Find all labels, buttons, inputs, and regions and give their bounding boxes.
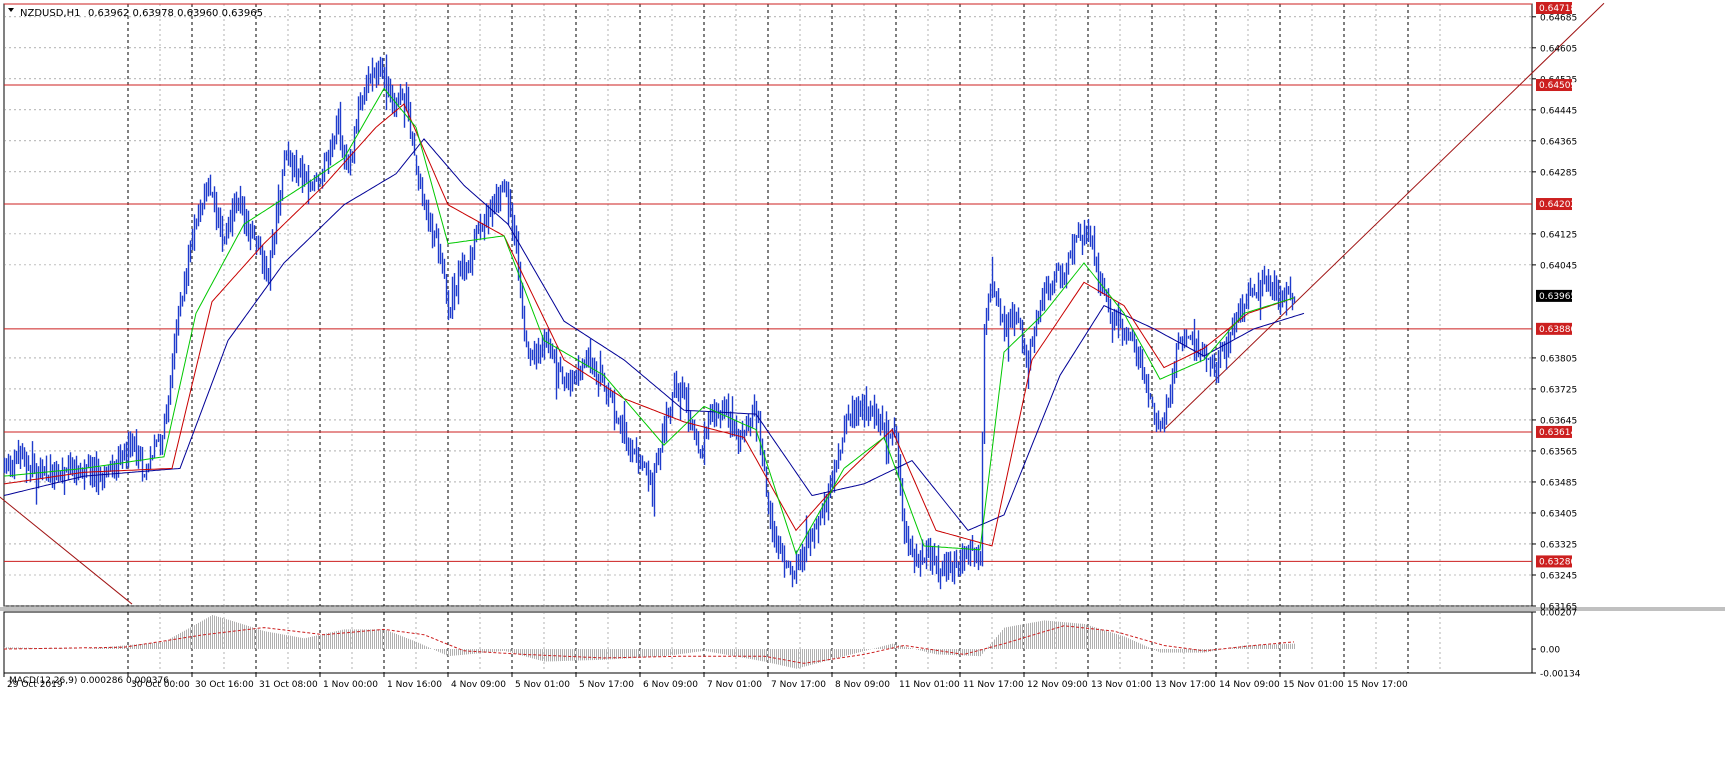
x-tick-label: 7 Nov 17:00 <box>771 680 826 690</box>
x-tick-label: 13 Nov 01:00 <box>1091 680 1152 690</box>
y-tick-label: 0.64445 <box>1540 106 1577 116</box>
y-tick-label: 0.64125 <box>1540 230 1577 240</box>
y-tick-label: 0.63805 <box>1540 354 1577 364</box>
x-tick-label: 13 Nov 17:00 <box>1155 680 1216 690</box>
x-tick-label: 8 Nov 09:00 <box>835 680 890 690</box>
x-tick-label: 12 Nov 09:00 <box>1027 680 1088 690</box>
y-tick-label: 0.63725 <box>1540 385 1577 395</box>
chart-title: NZDUSD,H1 <box>20 8 80 19</box>
y-tick-label: 0.63645 <box>1540 416 1577 426</box>
level-price-label: 0.63280 <box>1539 557 1576 567</box>
x-tick-label: 5 Nov 01:00 <box>515 680 570 690</box>
y-tick-label: 0.63245 <box>1540 571 1577 581</box>
y-tick-label: 0.63325 <box>1540 540 1577 550</box>
y-tick-label: 0.64045 <box>1540 261 1577 271</box>
level-price-label: 0.63880 <box>1539 325 1576 335</box>
x-tick-label: 15 Nov 17:00 <box>1347 680 1408 690</box>
current-price-label: 0.63965 <box>1539 292 1576 302</box>
level-price-label: 0.64718 <box>1539 4 1576 14</box>
x-tick-label: 15 Nov 01:00 <box>1283 680 1344 690</box>
x-tick-label: 14 Nov 09:00 <box>1219 680 1280 690</box>
y-tick-label: 0.64685 <box>1540 13 1577 23</box>
ohlc-readout: 0.63962 0.63978 0.63960 0.63965 <box>88 8 263 19</box>
trading-chart: 0.646850.646050.645250.644450.643650.642… <box>0 0 1725 764</box>
x-tick-label: 31 Oct 08:00 <box>259 680 318 690</box>
macd-title: MACD(12,26,9) 0.000286 0.000376 <box>9 676 169 686</box>
x-tick-label: 4 Nov 09:00 <box>451 680 506 690</box>
level-price-label: 0.63614 <box>1539 428 1576 438</box>
x-tick-label: 11 Nov 17:00 <box>963 680 1024 690</box>
y-tick-label: 0.64605 <box>1540 44 1577 54</box>
level-price-label: 0.64202 <box>1539 200 1576 210</box>
x-tick-label: 6 Nov 09:00 <box>643 680 698 690</box>
x-tick-label: 1 Nov 16:00 <box>387 680 442 690</box>
y-tick-label: 0.63405 <box>1540 509 1577 519</box>
macd-y-tick-label: 0.00 <box>1540 646 1560 656</box>
y-tick-label: 0.63565 <box>1540 447 1577 457</box>
chart-svg: 0.646850.646050.645250.644450.643650.642… <box>0 0 1725 764</box>
panel-divider <box>0 607 1725 611</box>
y-tick-label: 0.64285 <box>1540 168 1577 178</box>
level-price-label: 0.64509 <box>1539 81 1576 91</box>
x-tick-label: 30 Oct 16:00 <box>195 680 254 690</box>
x-tick-label: 1 Nov 00:00 <box>323 680 378 690</box>
x-tick-label: 7 Nov 01:00 <box>707 680 762 690</box>
x-tick-label: 5 Nov 17:00 <box>579 680 634 690</box>
macd-y-tick-label: 0.00207 <box>1540 609 1577 619</box>
macd-y-tick-label: -0.00134 <box>1540 670 1581 680</box>
x-tick-label: 11 Nov 01:00 <box>899 680 960 690</box>
y-tick-label: 0.63485 <box>1540 478 1577 488</box>
y-tick-label: 0.64365 <box>1540 137 1577 147</box>
